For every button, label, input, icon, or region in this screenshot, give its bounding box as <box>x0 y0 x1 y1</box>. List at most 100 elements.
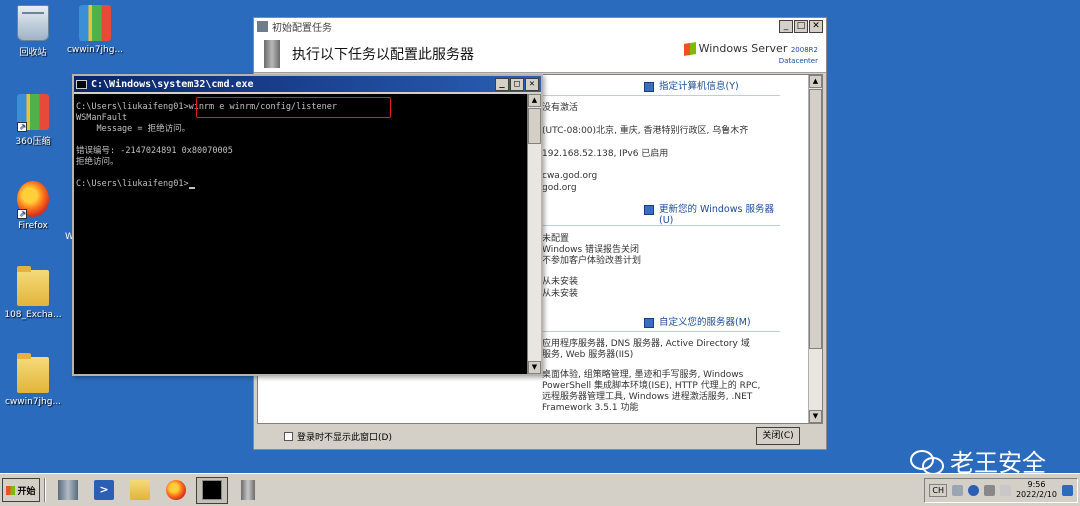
clock-time: 9:56 <box>1027 480 1046 489</box>
firefox-icon: ↗ <box>17 181 49 219</box>
desktop-icon-folder-cwwin7[interactable]: cwwin7jhg... <box>0 353 66 407</box>
console-line: 拒绝访问。 <box>76 157 119 167</box>
start-button[interactable]: 开始 <box>2 478 40 502</box>
section-icon <box>644 204 654 215</box>
desktop-icon-label: cwwin7jhg... <box>4 397 62 407</box>
windows-server-logo: Windows Server 2008R2 Datacenter <box>683 42 818 67</box>
ceip-status: 不参加客户体验改善计划 <box>542 256 642 266</box>
desktop: { "desktop": { "icons": [ {"label": "回收站… <box>0 0 1080 506</box>
maximize-button[interactable]: □ <box>794 20 808 33</box>
desktop-icon-label: Firefox <box>18 221 48 231</box>
cmd-window-title: C:\Windows\system32\cmd.exe <box>91 78 254 90</box>
scroll-down-arrow-icon[interactable]: ▼ <box>528 361 541 374</box>
section-title: 自定义您的服务器(M) <box>659 317 751 328</box>
taskbar-config-tasks[interactable] <box>232 477 264 504</box>
page-title: 执行以下任务以配置此服务器 <box>292 46 474 63</box>
desktop-icon-recycle-bin[interactable]: 回收站 <box>0 5 66 58</box>
brand-edition: Datacenter <box>778 57 818 65</box>
desktop-icon-firefox[interactable]: ↗ Firefox <box>0 181 66 231</box>
scrollbar-thumb[interactable] <box>528 108 541 144</box>
folder-icon <box>130 480 150 500</box>
section-title: 指定计算机信息(Y) <box>659 81 739 92</box>
features-list: 远程服务器管理工具, Windows 进程激活服务, .NET <box>542 392 753 402</box>
dont-show-checkbox[interactable] <box>284 431 293 441</box>
server-window-titlebar[interactable]: 初始配置任务 _ □ ✕ <box>254 18 826 35</box>
start-label: 开始 <box>17 486 36 497</box>
features-list: 桌面体验, 组策略管理, 墨迹和手写服务, Windows <box>542 370 744 380</box>
close-button[interactable]: ✕ <box>525 77 539 91</box>
desktop-icon-folder-exchange[interactable]: 108_Excha... <box>0 266 66 320</box>
section-update-server[interactable]: 更新您的 Windows 服务器 (U) <box>644 204 774 226</box>
brand-version: 2008 <box>790 46 809 54</box>
help-icon[interactable] <box>967 484 979 496</box>
section-title: 更新您的 Windows 服务器 <box>659 204 774 215</box>
keyboard-icon[interactable] <box>951 484 963 496</box>
close-button[interactable]: ✕ <box>809 20 823 33</box>
divider <box>540 95 780 96</box>
server-window-title: 初始配置任务 <box>272 23 332 34</box>
tasks-scrollbar[interactable]: ▲ ▼ <box>808 75 822 423</box>
console-output[interactable]: C:\Users\liukaifeng01>winrm e winrm/conf… <box>74 94 527 374</box>
scroll-down-arrow-icon[interactable]: ▼ <box>809 410 822 423</box>
dont-show-label[interactable]: 登录时不显示此窗口(D) <box>297 430 392 443</box>
desktop-icon-label: cwwin7jhg... <box>66 45 124 55</box>
features-list: Framework 3.5.1 功能 <box>542 403 639 413</box>
archive-icon: ↗ <box>17 94 49 132</box>
time-zone: (UTC-08:00)北京, 重庆, 香港特别行政区, 乌鲁木齐 <box>542 126 749 136</box>
server-window-header: 执行以下任务以配置此服务器 Windows Server 2008R2 Data… <box>254 35 826 73</box>
brand-r2: R2 <box>808 46 818 54</box>
powershell-icon: > <box>94 480 114 500</box>
features-list: PowerShell 集成脚本环境(ISE), HTTP 代理上的 RPC, <box>542 381 761 391</box>
minimize-button[interactable]: _ <box>779 20 793 33</box>
domain-name: god.org <box>542 183 577 193</box>
server-tower-icon <box>264 39 280 68</box>
desktop-icon-archive[interactable]: cwwin7jhg... <box>62 5 128 55</box>
volume-icon[interactable] <box>999 484 1011 496</box>
folder-icon <box>17 353 49 393</box>
taskbar-firefox[interactable] <box>160 477 192 504</box>
server-app-icon <box>257 21 268 32</box>
recycle-bin-icon <box>17 5 49 41</box>
taskbar: 开始 > CH 9:56 2022/2/10 <box>0 473 1080 506</box>
language-indicator[interactable]: CH <box>929 483 947 497</box>
system-tray: CH 9:56 2022/2/10 <box>924 477 1078 503</box>
server-window-footer: 登录时不显示此窗口(D) 关闭(C) <box>254 423 826 449</box>
server-manager-icon <box>58 480 78 500</box>
firefox-icon <box>166 480 186 500</box>
network-icon[interactable] <box>983 484 995 496</box>
clock[interactable]: 9:56 2022/2/10 <box>1016 480 1057 500</box>
taskbar-cmd[interactable] <box>196 476 228 504</box>
close-dialog-button[interactable]: 关闭(C) <box>756 427 800 445</box>
taskbar-explorer[interactable] <box>124 477 156 504</box>
network-address: 192.168.52.138, IPv6 已启用 <box>542 149 669 159</box>
show-desktop-icon[interactable] <box>1062 484 1073 496</box>
clock-date: 2022/2/10 <box>1015 490 1057 499</box>
scroll-up-arrow-icon[interactable]: ▲ <box>528 94 541 107</box>
taskbar-server-manager[interactable] <box>52 477 84 504</box>
folder-icon <box>17 266 49 306</box>
section-computer-info[interactable]: 指定计算机信息(Y) <box>644 81 739 92</box>
console-line: Message = 拒绝访问。 <box>76 124 191 134</box>
cmd-scrollbar[interactable]: ▲ ▼ <box>527 94 541 374</box>
text-cursor <box>188 187 195 189</box>
section-icon <box>644 81 654 92</box>
desktop-icon-label: 回收站 <box>19 48 47 58</box>
section-icon <box>644 317 654 328</box>
cmd-window[interactable]: C:\Windows\system32\cmd.exe _ □ ✕ C:\Use… <box>72 74 543 376</box>
taskbar-powershell[interactable]: > <box>88 477 120 504</box>
taskbar-separator <box>44 478 46 502</box>
cmd-titlebar[interactable]: C:\Windows\system32\cmd.exe _ □ ✕ <box>74 76 541 92</box>
archive-icon <box>79 5 111 41</box>
scroll-up-arrow-icon[interactable]: ▲ <box>809 75 822 88</box>
minimize-button[interactable]: _ <box>495 77 509 91</box>
desktop-icon-360zip[interactable]: ↗ 360压缩 <box>0 94 66 147</box>
windows-flag-icon <box>6 485 16 495</box>
maximize-button[interactable]: □ <box>510 77 524 91</box>
section-customize-server[interactable]: 自定义您的服务器(M) <box>644 317 751 328</box>
divider <box>540 331 780 332</box>
windows-flag-icon <box>683 42 696 56</box>
console-prompt: C:\Users\liukaifeng01> <box>76 179 189 189</box>
error-reporting-status: Windows 错误报告关闭 <box>542 245 640 255</box>
scrollbar-thumb[interactable] <box>809 89 822 349</box>
